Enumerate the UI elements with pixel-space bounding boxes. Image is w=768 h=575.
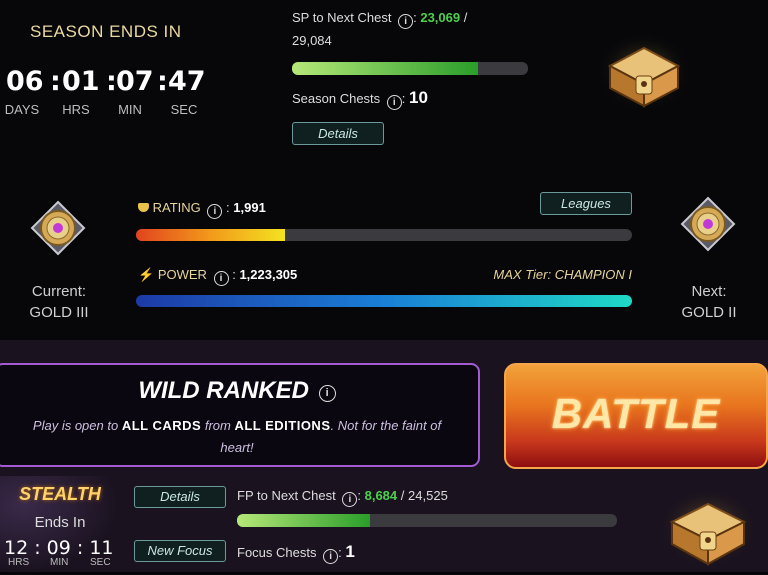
desc-part-1: Play is open to bbox=[32, 418, 119, 433]
lightning-icon: ⚡ bbox=[138, 267, 155, 282]
power-progress-fill bbox=[136, 295, 632, 307]
focus-ends-in: Ends In bbox=[34, 514, 86, 531]
desc-part-2: from bbox=[204, 418, 231, 433]
season-min-value: 07 bbox=[116, 66, 154, 97]
focus-chests-count: 1 bbox=[345, 542, 355, 561]
sp-to-next-chest: SP to Next Chest i: 23,069 / bbox=[292, 10, 468, 29]
focus-min: 09 bbox=[46, 537, 71, 559]
focus-hrs: 12 bbox=[4, 537, 29, 559]
season-days-value: 06 bbox=[6, 66, 44, 97]
current-rank: GOLD III bbox=[29, 304, 89, 321]
power-label: POWER bbox=[157, 267, 207, 282]
focus-sec: 11 bbox=[89, 537, 114, 559]
rating-progress-fill bbox=[136, 229, 285, 241]
battle-label[interactable]: BATTLE bbox=[504, 390, 768, 438]
season-chests-row: Season Chests i: 10 bbox=[292, 88, 428, 110]
focus-sec-label: SEC bbox=[90, 557, 111, 568]
current-label: Current: bbox=[31, 283, 87, 300]
season-ends-title: SEASON ENDS IN bbox=[30, 22, 182, 41]
info-icon[interactable]: i bbox=[207, 204, 223, 219]
fp-label: FP to Next Chest bbox=[237, 488, 336, 503]
fp-current: 8,684 bbox=[364, 488, 398, 503]
focus-chest-icon bbox=[656, 482, 760, 570]
countdown-sep: : bbox=[157, 66, 168, 97]
info-icon[interactable]: i bbox=[342, 492, 358, 507]
desc-part-3: . Not for the faint of bbox=[330, 418, 442, 433]
focus-countdown: 12 : 09 : 11 bbox=[4, 537, 114, 559]
fp-target: 24,525 bbox=[408, 488, 448, 503]
current-rank-emblem-icon bbox=[30, 200, 86, 256]
fp-progress-bar bbox=[237, 514, 617, 527]
power-value: 1,223,305 bbox=[239, 267, 298, 282]
desc-all-editions: ALL EDITIONS bbox=[234, 418, 331, 433]
info-icon[interactable]: i bbox=[213, 271, 229, 286]
max-tier: MAX Tier: CHAMPION I bbox=[493, 267, 632, 282]
mode-title: WILD RANKED bbox=[138, 377, 309, 404]
focus-min-label: MIN bbox=[50, 557, 69, 568]
rating-progress-bar bbox=[136, 229, 632, 241]
sec-label: SEC bbox=[170, 102, 198, 117]
wild-ranked-panel[interactable]: WILD RANKED i Play is open to ALL CARDS … bbox=[0, 363, 480, 467]
power-row: ⚡ POWER i : 1,223,305 bbox=[138, 267, 298, 286]
info-icon[interactable]: i bbox=[318, 385, 336, 402]
focus-hrs-label: HRS bbox=[8, 557, 30, 568]
rating-value: 1,991 bbox=[233, 200, 266, 215]
fp-slash: / bbox=[400, 488, 405, 503]
sp-slash: / bbox=[463, 10, 468, 25]
info-icon[interactable]: i bbox=[323, 549, 339, 564]
next-rank-emblem-icon bbox=[680, 196, 736, 252]
info-icon[interactable]: i bbox=[398, 14, 414, 29]
fp-progress-fill bbox=[237, 514, 370, 527]
season-sec-value: 47 bbox=[168, 66, 206, 97]
next-rank: GOLD II bbox=[681, 304, 737, 321]
focus-chests-label: Focus Chests bbox=[237, 545, 317, 560]
sp-progress-fill bbox=[292, 62, 479, 75]
mode-title-row: WILD RANKED i bbox=[0, 377, 478, 405]
chest-icon bbox=[596, 28, 692, 112]
focus-details-button[interactable]: Details bbox=[134, 486, 226, 508]
rating-row: RATING i : 1,991 bbox=[138, 200, 266, 219]
days-label: DAYS bbox=[4, 102, 40, 117]
leagues-button[interactable]: Leagues bbox=[540, 192, 632, 215]
new-focus-button[interactable]: New Focus bbox=[134, 540, 226, 562]
sp-current: 23,069 bbox=[420, 10, 461, 25]
countdown-sep: : bbox=[50, 66, 61, 97]
info-icon[interactable]: i bbox=[386, 95, 402, 110]
desc-all-cards: ALL CARDS bbox=[121, 418, 202, 433]
details-button[interactable]: Details bbox=[292, 122, 384, 145]
fp-row: FP to Next Chest i: 8,684 / 24,525 bbox=[237, 488, 448, 507]
sp-target: 29,084 bbox=[292, 33, 332, 48]
next-label: Next: bbox=[691, 283, 727, 300]
hrs-label: HRS bbox=[62, 102, 90, 117]
desc-part-4: heart! bbox=[220, 440, 254, 455]
mode-description: Play is open to ALL CARDS from ALL EDITI… bbox=[0, 415, 478, 459]
focus-name: STEALTH bbox=[19, 484, 101, 504]
season-hrs-value: 01 bbox=[62, 66, 100, 97]
rating-label: RATING bbox=[152, 200, 201, 215]
focus-chests-row: Focus Chests i: 1 bbox=[237, 542, 355, 564]
season-chests-count: 10 bbox=[409, 88, 428, 107]
min-label: MIN bbox=[118, 102, 142, 117]
shield-icon bbox=[138, 203, 149, 212]
sp-progress-bar bbox=[292, 62, 528, 75]
sp-label: SP to Next Chest bbox=[292, 10, 392, 25]
season-chests-label: Season Chests bbox=[292, 91, 381, 106]
power-progress-bar bbox=[136, 295, 632, 307]
